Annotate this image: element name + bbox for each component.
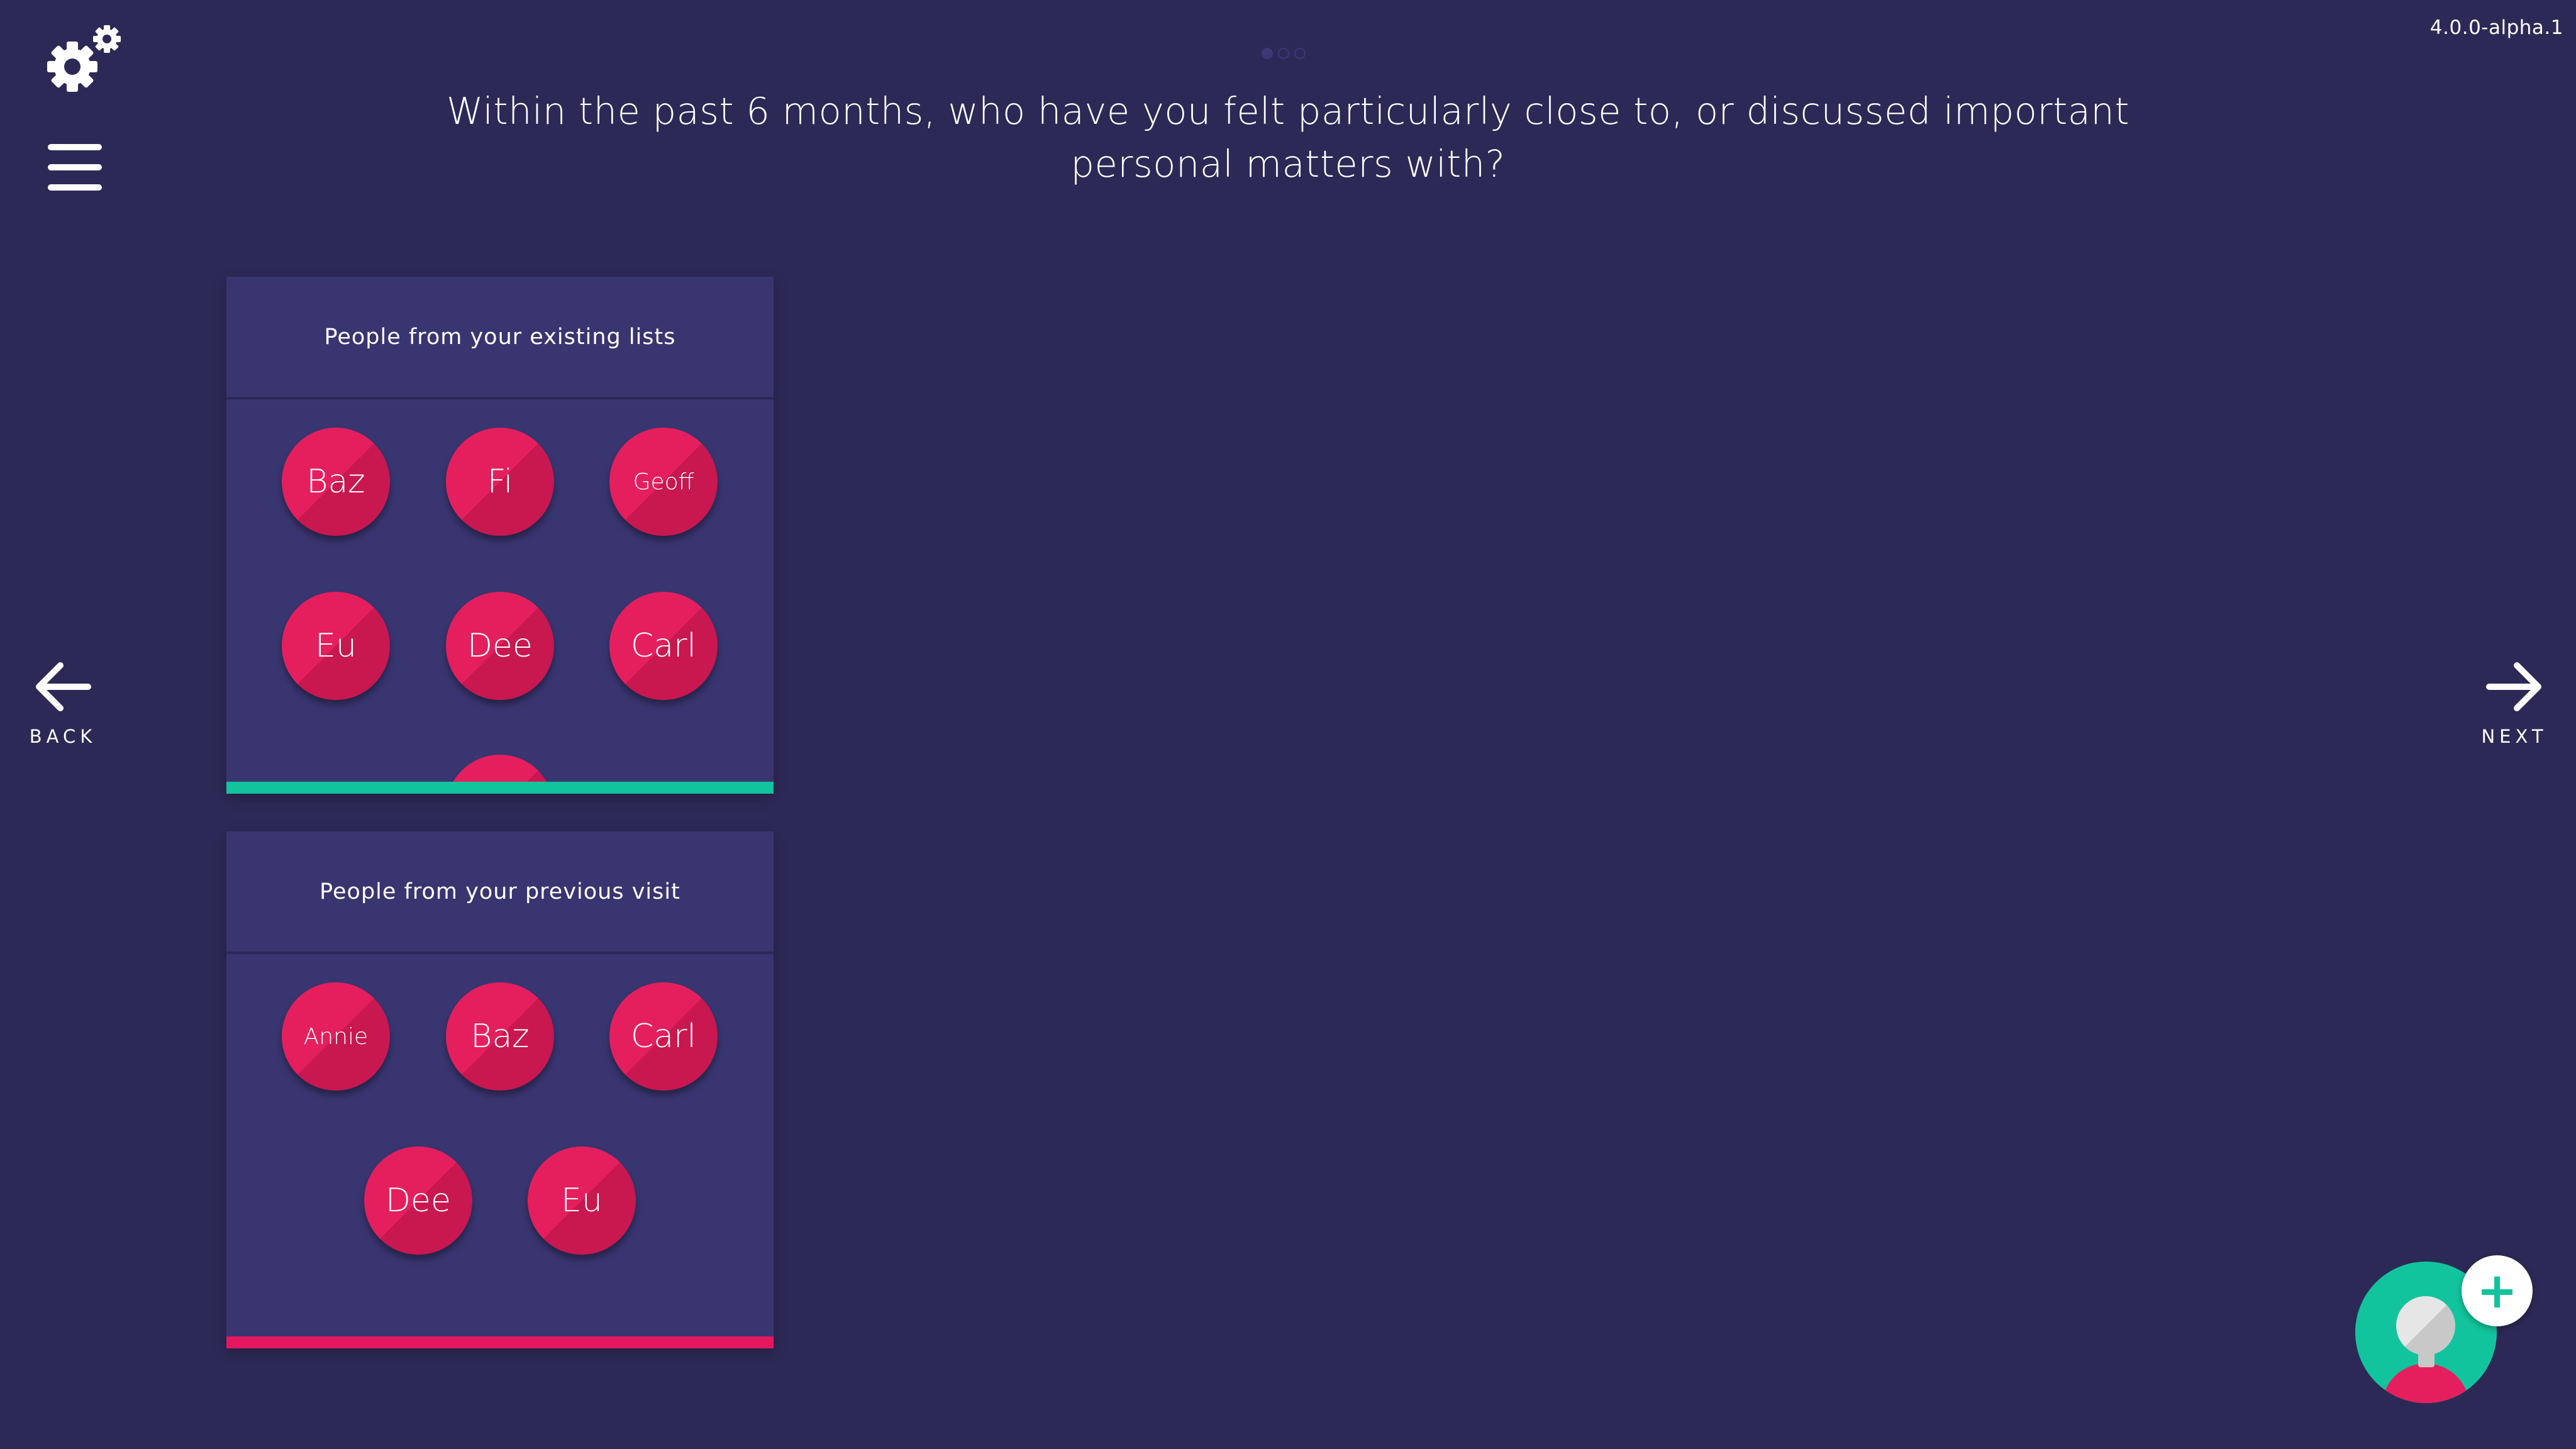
stage-pager <box>1262 48 1306 59</box>
back-label: BACK <box>29 726 97 747</box>
person-node[interactable]: Dee <box>364 1146 472 1255</box>
pager-dot <box>1262 48 1273 59</box>
panel-accent-bar <box>226 782 774 794</box>
arrow-right-icon <box>2486 662 2541 711</box>
panel-node-list[interactable]: Annie Baz Carl Dee Eu <box>226 954 774 1336</box>
previous-visit-panel: People from your previous visit Annie Ba… <box>226 831 774 1348</box>
next-label: NEXT <box>2481 726 2548 747</box>
panel-accent-bar <box>226 1336 774 1348</box>
back-button[interactable]: BACK <box>25 660 101 747</box>
person-node[interactable]: Baz <box>282 428 390 536</box>
menu-button[interactable] <box>48 142 104 193</box>
person-node[interactable]: Fi <box>446 428 554 536</box>
interview-prompt: Within the past 6 months, who have you f… <box>447 89 2129 186</box>
person-node[interactable]: Dee <box>446 592 554 700</box>
next-button[interactable]: NEXT <box>2477 660 2552 747</box>
add-plus-icon[interactable]: + <box>2462 1255 2533 1326</box>
pager-dot <box>1278 48 1289 59</box>
panel-title: People from your previous visit <box>226 831 774 954</box>
settings-button[interactable] <box>44 24 126 99</box>
person-node[interactable]: Annie <box>282 982 390 1091</box>
person-node[interactable]: Baz <box>446 982 554 1091</box>
person-node-partial[interactable] <box>446 755 554 782</box>
gears-icon <box>47 25 121 92</box>
arrow-left-icon <box>36 662 91 711</box>
person-node[interactable]: Carl <box>609 592 718 700</box>
person-node[interactable]: Eu <box>528 1146 636 1255</box>
person-node[interactable]: Eu <box>282 592 390 700</box>
person-node[interactable]: Geoff <box>609 428 718 536</box>
pager-dot <box>1294 48 1306 59</box>
existing-lists-panel: People from your existing lists Baz Fi G… <box>226 277 774 794</box>
app-version: 4.0.0-alpha.1 <box>2429 16 2563 39</box>
panel-title: People from your existing lists <box>226 277 774 399</box>
person-node[interactable]: Carl <box>609 982 718 1091</box>
panel-node-list[interactable]: Baz Fi Geoff Eu Dee Carl <box>226 399 774 782</box>
